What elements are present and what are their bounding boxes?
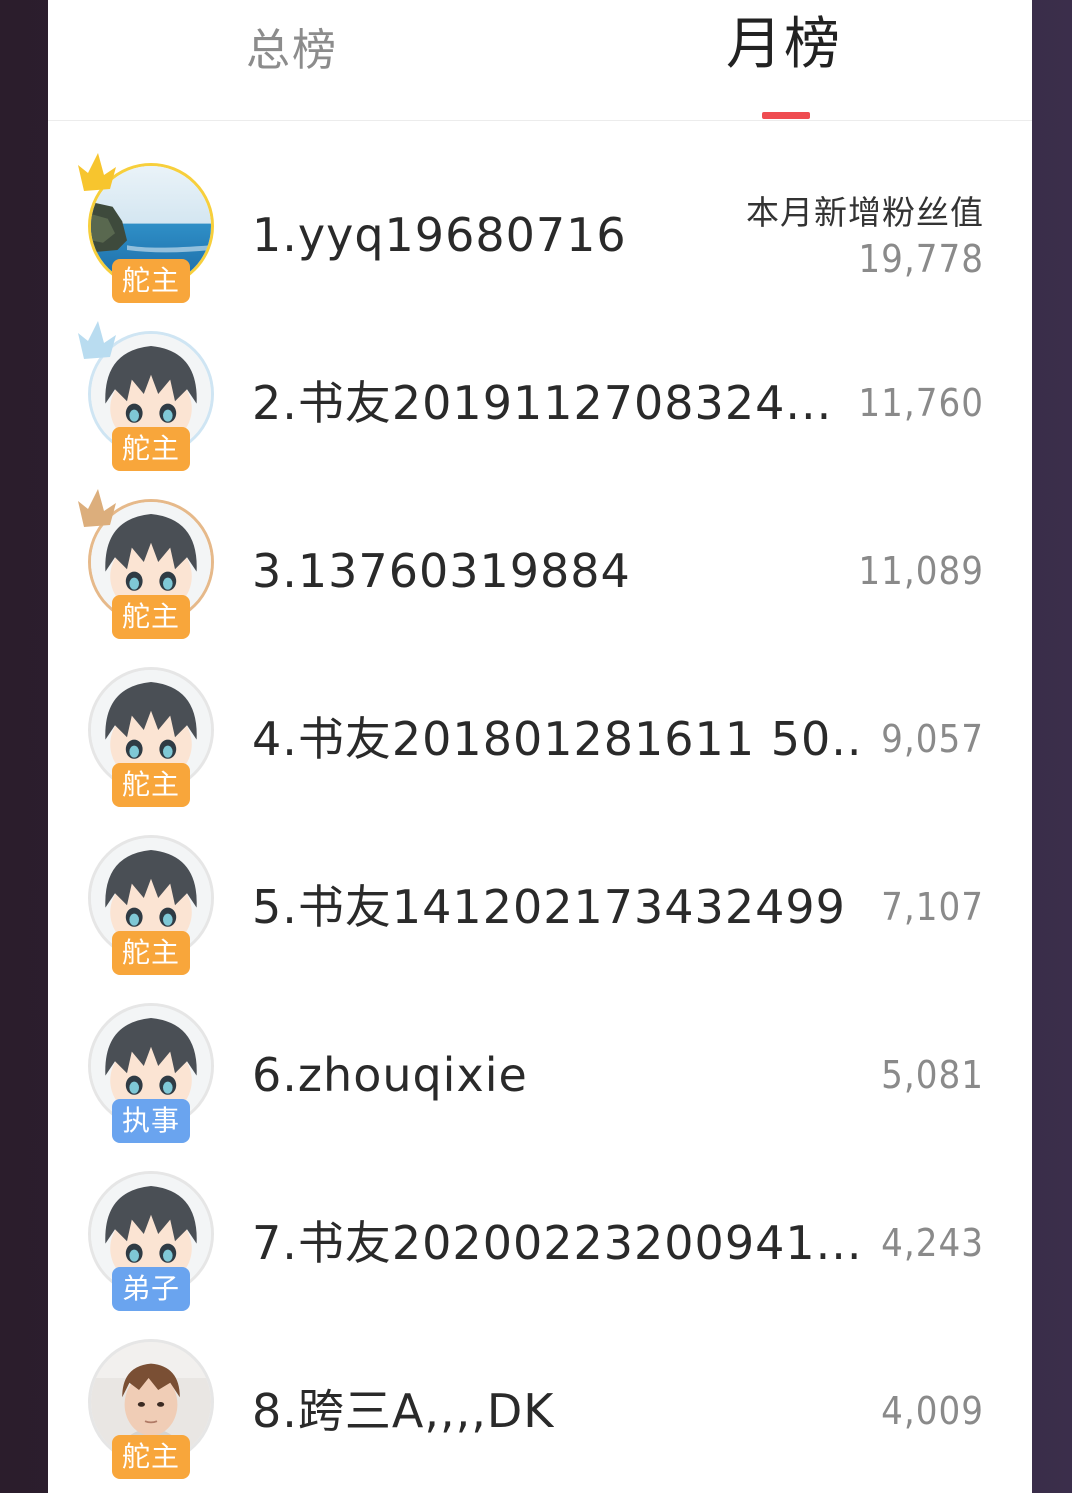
avatar-container[interactable]: 舵主 <box>78 153 218 303</box>
role-badge: 舵主 <box>112 931 190 975</box>
user-name[interactable]: 8.跨三A,,,,DK <box>252 1327 554 1493</box>
avatar-container[interactable]: 弟子 <box>88 1171 218 1311</box>
fan-value: 9,057 <box>881 717 984 761</box>
user-name[interactable]: 1.yyq19680716 <box>252 151 627 319</box>
role-badge: 舵主 <box>112 427 190 471</box>
ranking-row[interactable]: 舵主 2.书友2019112708324... 11,760 <box>48 319 1032 487</box>
ranking-row[interactable]: 弟子 7.书友20200223200941... 4,243 <box>48 1159 1032 1327</box>
fan-value: 19,778 <box>858 237 984 281</box>
user-name[interactable]: 4.书友201801281611 50... <box>252 655 862 823</box>
ranking-row[interactable]: 舵主 8.跨三A,,,,DK 4,009 <box>48 1327 1032 1493</box>
avatar-container[interactable]: 执事 <box>88 1003 218 1143</box>
avatar-container[interactable]: 舵主 <box>78 489 218 639</box>
ranking-row[interactable]: 舵主 1.yyq19680716 19,778 <box>48 151 1032 319</box>
user-name[interactable]: 5.书友141202173432499 <box>252 823 846 991</box>
fan-value: 4,009 <box>881 1389 984 1433</box>
role-badge: 舵主 <box>112 1435 190 1479</box>
ranking-row[interactable]: 舵主 5.书友141202173432499 7,107 <box>48 823 1032 991</box>
fan-value: 11,760 <box>858 381 984 425</box>
avatar-container[interactable]: 舵主 <box>78 321 218 471</box>
fan-value: 11,089 <box>858 549 984 593</box>
ranking-row[interactable]: 舵主 4.书友201801281611 50... 9,057 <box>48 655 1032 823</box>
avatar-container[interactable]: 舵主 <box>88 1339 218 1479</box>
fan-value: 4,243 <box>881 1221 984 1265</box>
ranking-row[interactable]: 执事 6.zhouqixie 5,081 <box>48 991 1032 1159</box>
role-badge: 弟子 <box>112 1267 190 1311</box>
ranking-row[interactable]: 舵主 3.13760319884 11,089 <box>48 487 1032 655</box>
silver-crown-icon <box>78 321 116 359</box>
role-badge: 执事 <box>112 1099 190 1143</box>
active-tab-indicator <box>762 112 810 119</box>
bronze-crown-icon <box>78 489 116 527</box>
role-badge: 舵主 <box>112 763 190 807</box>
gold-crown-icon <box>78 153 116 191</box>
avatar-container[interactable]: 舵主 <box>88 667 218 807</box>
ranking-list: 舵主 1.yyq19680716 19,778 舵主 2.书友201911270… <box>48 151 1032 1493</box>
avatar-container[interactable]: 舵主 <box>88 835 218 975</box>
user-name[interactable]: 3.13760319884 <box>252 487 631 655</box>
tab-monthly-ranking[interactable]: 月榜 <box>726 12 842 92</box>
role-badge: 舵主 <box>112 259 190 303</box>
tab-bar: 总榜 月榜 <box>48 0 1032 121</box>
user-name[interactable]: 2.书友2019112708324... <box>252 319 832 487</box>
user-name[interactable]: 6.zhouqixie <box>252 991 528 1159</box>
fan-value: 7,107 <box>881 885 984 929</box>
ranking-panel: 总榜 月榜 本月新增粉丝值 舵主 1.yyq19680716 19,778 舵主… <box>48 0 1032 1493</box>
tab-total-ranking[interactable]: 总榜 <box>246 18 338 98</box>
user-name[interactable]: 7.书友20200223200941... <box>252 1159 862 1327</box>
role-badge: 舵主 <box>112 595 190 639</box>
fan-value: 5,081 <box>881 1053 984 1097</box>
